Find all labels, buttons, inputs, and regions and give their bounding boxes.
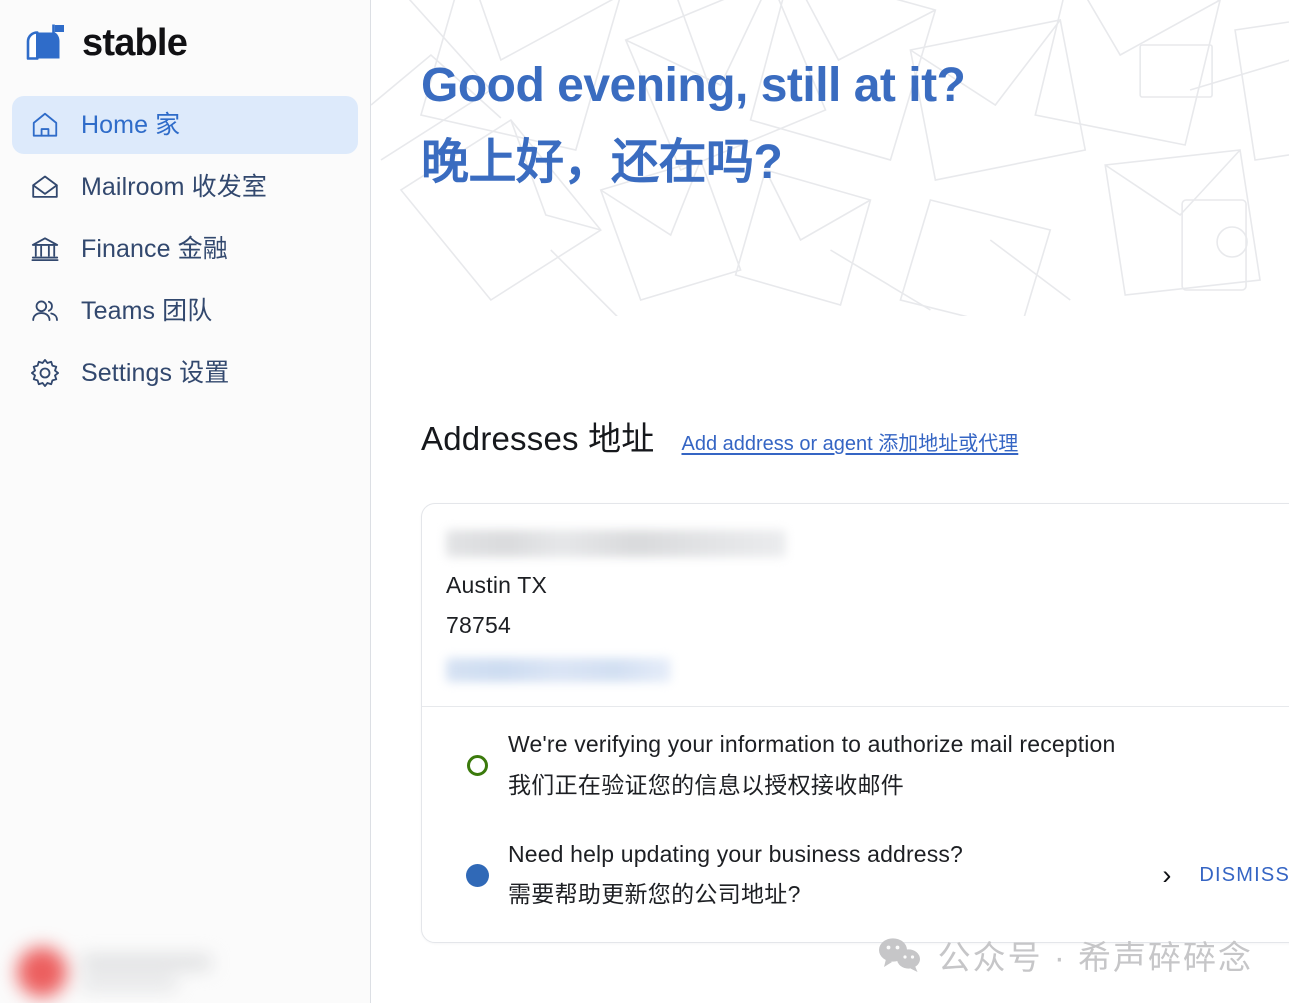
sidebar-item-label: Finance 金融 [81, 234, 228, 263]
dismiss-button[interactable]: DISMISS [1199, 864, 1289, 887]
notification-text-en: Need help updating your business address… [508, 840, 963, 867]
page-title: Addresses 地址 [421, 420, 655, 457]
notification-list: We're verifying your information to auth… [422, 707, 1289, 942]
greeting-en: Good evening, still at it? [421, 59, 966, 112]
hero-banner: Good evening, still at it? 晚上好，还在吗? [371, 0, 1289, 316]
notification-text-zh: 需要帮助更新您的公司地址? [508, 881, 801, 908]
chevron-right-icon[interactable]: › [1162, 861, 1171, 889]
street-address-redacted [446, 530, 786, 557]
avatar [17, 947, 67, 997]
sidebar-item-teams[interactable]: Teams 团队 [12, 282, 358, 340]
sidebar-item-finance[interactable]: Finance 金融 [12, 220, 358, 278]
postal-code: 78754 [446, 611, 511, 638]
user-account-redacted[interactable] [17, 941, 347, 1003]
status-dot-outline-icon [466, 755, 488, 777]
people-icon [28, 294, 62, 328]
address-card-body: Austin TX 78754 [422, 504, 1289, 706]
brand-logo[interactable]: stable [0, 0, 370, 72]
notification-actions: › DISMISS [1150, 861, 1289, 889]
city-state: Austin TX [446, 572, 548, 598]
sidebar-item-settings[interactable]: Settings 设置 [12, 344, 358, 402]
addresses-section-header: Addresses 地址 Add address or agent 添加地址或代… [421, 412, 1289, 460]
greeting-zh: 晚上好，还在吗? [421, 135, 783, 189]
bank-icon [28, 232, 62, 266]
add-address-or-agent-link[interactable]: Add address or agent 添加地址或代理 [681, 427, 1018, 456]
notification-texts: We're verifying your information to auth… [508, 727, 1289, 805]
sidebar-item-label: Mailroom 收发室 [81, 172, 267, 201]
sidebar-item-mailroom[interactable]: Mailroom 收发室 [12, 158, 358, 216]
home-icon [28, 108, 62, 142]
main-content: Good evening, still at it? 晚上好，还在吗? Addr… [371, 0, 1289, 1003]
user-account-text [81, 955, 347, 989]
sidebar-nav: Home 家 Mailroom 收发室 Finance 金融 Teams 团队 … [0, 96, 370, 402]
notification-row-verifying: We're verifying your information to auth… [422, 709, 1289, 819]
brand-name: stable [82, 22, 188, 64]
app-root: stable Home 家 Mailroom 收发室 Finance 金融 Te… [0, 0, 1289, 1003]
sidebar-item-label: Settings 设置 [81, 358, 230, 387]
sidebar-item-home[interactable]: Home 家 [12, 96, 358, 154]
status-dot-wrap [446, 755, 508, 777]
greeting-text: Good evening, still at it? 晚上好，还在吗? [421, 48, 966, 202]
status-dot-wrap [446, 863, 508, 887]
notification-row-update-address: Need help updating your business address… [422, 819, 1289, 929]
gear-icon [28, 356, 62, 390]
address-card: Austin TX 78754 We're verifying your inf… [421, 503, 1289, 944]
address-action-link-redacted[interactable] [446, 658, 671, 683]
mailbox-icon [25, 23, 71, 63]
notification-text-en: We're verifying your information to auth… [508, 731, 1116, 758]
sidebar-item-label: Home 家 [81, 110, 181, 139]
notification-text-zh: 我们正在验证您的信息以授权接收邮件 [508, 771, 905, 798]
sidebar-item-label: Teams 团队 [81, 296, 213, 325]
sidebar: stable Home 家 Mailroom 收发室 Finance 金融 Te… [0, 0, 371, 1003]
status-dot-filled-icon [465, 863, 489, 887]
envelope-icon [28, 170, 62, 204]
notification-texts: Need help updating your business address… [508, 837, 1150, 915]
